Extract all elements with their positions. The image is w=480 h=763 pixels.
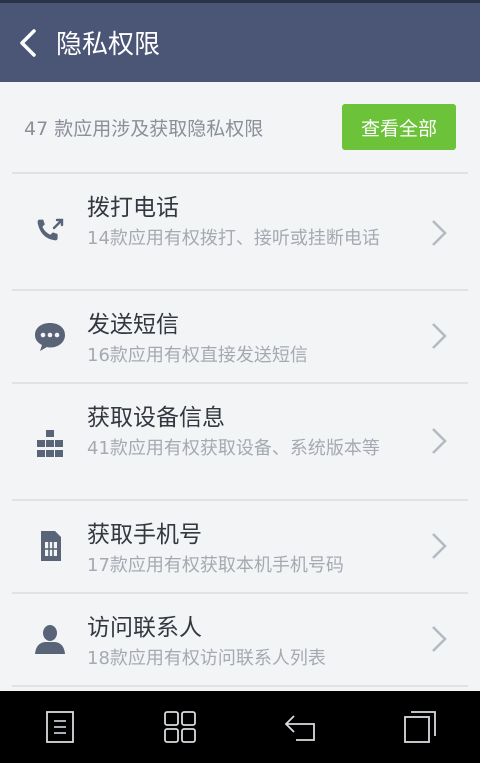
back-nav-button[interactable] (270, 697, 330, 757)
sim-card-icon (30, 526, 70, 566)
home-button[interactable] (150, 697, 210, 757)
permission-row-sms[interactable]: 发送短信 16款应用有权直接发送短信 (12, 289, 468, 382)
page-title: 隐私权限 (56, 30, 161, 60)
phone-call-icon (30, 212, 70, 252)
sms-bubble-icon (30, 316, 70, 356)
contact-person-icon (30, 619, 70, 659)
permission-row-contacts[interactable]: 访问联系人 18款应用有权访问联系人列表 (12, 592, 468, 687)
chevron-right-icon (432, 533, 447, 559)
system-nav-bar (0, 691, 480, 763)
permission-name: 获取设备信息 (87, 405, 225, 431)
permission-name: 拨打电话 (87, 195, 179, 221)
permission-name: 发送短信 (87, 312, 179, 338)
permission-desc: 14款应用有权拨打、接听或挂断电话 (87, 228, 380, 249)
permission-desc: 17款应用有权获取本机手机号码 (87, 555, 344, 576)
home-grid-icon (164, 711, 196, 743)
back-button[interactable] (0, 3, 56, 82)
chevron-right-icon (432, 428, 447, 454)
chevron-right-icon (432, 626, 447, 652)
recent-apps-button[interactable] (390, 697, 450, 757)
menu-button[interactable] (30, 697, 90, 757)
permission-list: 拨打电话 14款应用有权拨打、接听或挂断电话 发送短信 16款应用有权直接发送短… (12, 172, 468, 687)
back-icon (284, 715, 315, 741)
permission-desc: 18款应用有权访问联系人列表 (87, 648, 326, 669)
summary-text: 47 款应用涉及获取隐私权限 (24, 117, 264, 140)
chevron-left-icon (20, 28, 36, 57)
chevron-right-icon (432, 220, 447, 246)
permission-desc: 41款应用有权获取设备、系统版本等 (87, 438, 380, 459)
permission-row-call[interactable]: 拨打电话 14款应用有权拨打、接听或挂断电话 (12, 172, 468, 289)
permission-row-phone-number[interactable]: 获取手机号 17款应用有权获取本机手机号码 (12, 499, 468, 592)
summary-bar: 47 款应用涉及获取隐私权限 查看全部 (0, 82, 480, 172)
view-all-button[interactable]: 查看全部 (342, 104, 456, 150)
permission-name: 获取手机号 (87, 522, 202, 548)
app-header: 隐私权限 (0, 3, 480, 82)
chevron-right-icon (432, 323, 447, 349)
permission-desc: 16款应用有权直接发送短信 (87, 345, 308, 366)
device-grid-icon (30, 424, 70, 464)
menu-icon (46, 711, 74, 743)
recent-apps-icon (404, 711, 436, 743)
permission-row-device-info[interactable]: 获取设备信息 41款应用有权获取设备、系统版本等 (12, 382, 468, 499)
permission-name: 访问联系人 (87, 615, 202, 641)
